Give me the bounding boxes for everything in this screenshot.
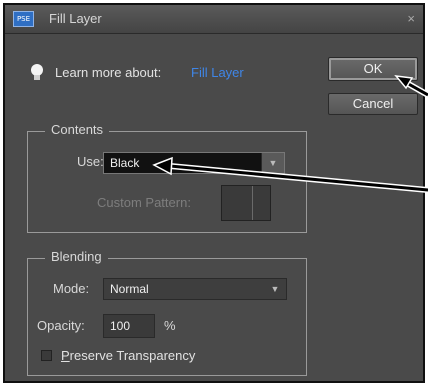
arrow-to-ok bbox=[394, 75, 428, 98]
annotation-arrows bbox=[152, 75, 428, 193]
arrow-to-use-select bbox=[152, 156, 428, 193]
